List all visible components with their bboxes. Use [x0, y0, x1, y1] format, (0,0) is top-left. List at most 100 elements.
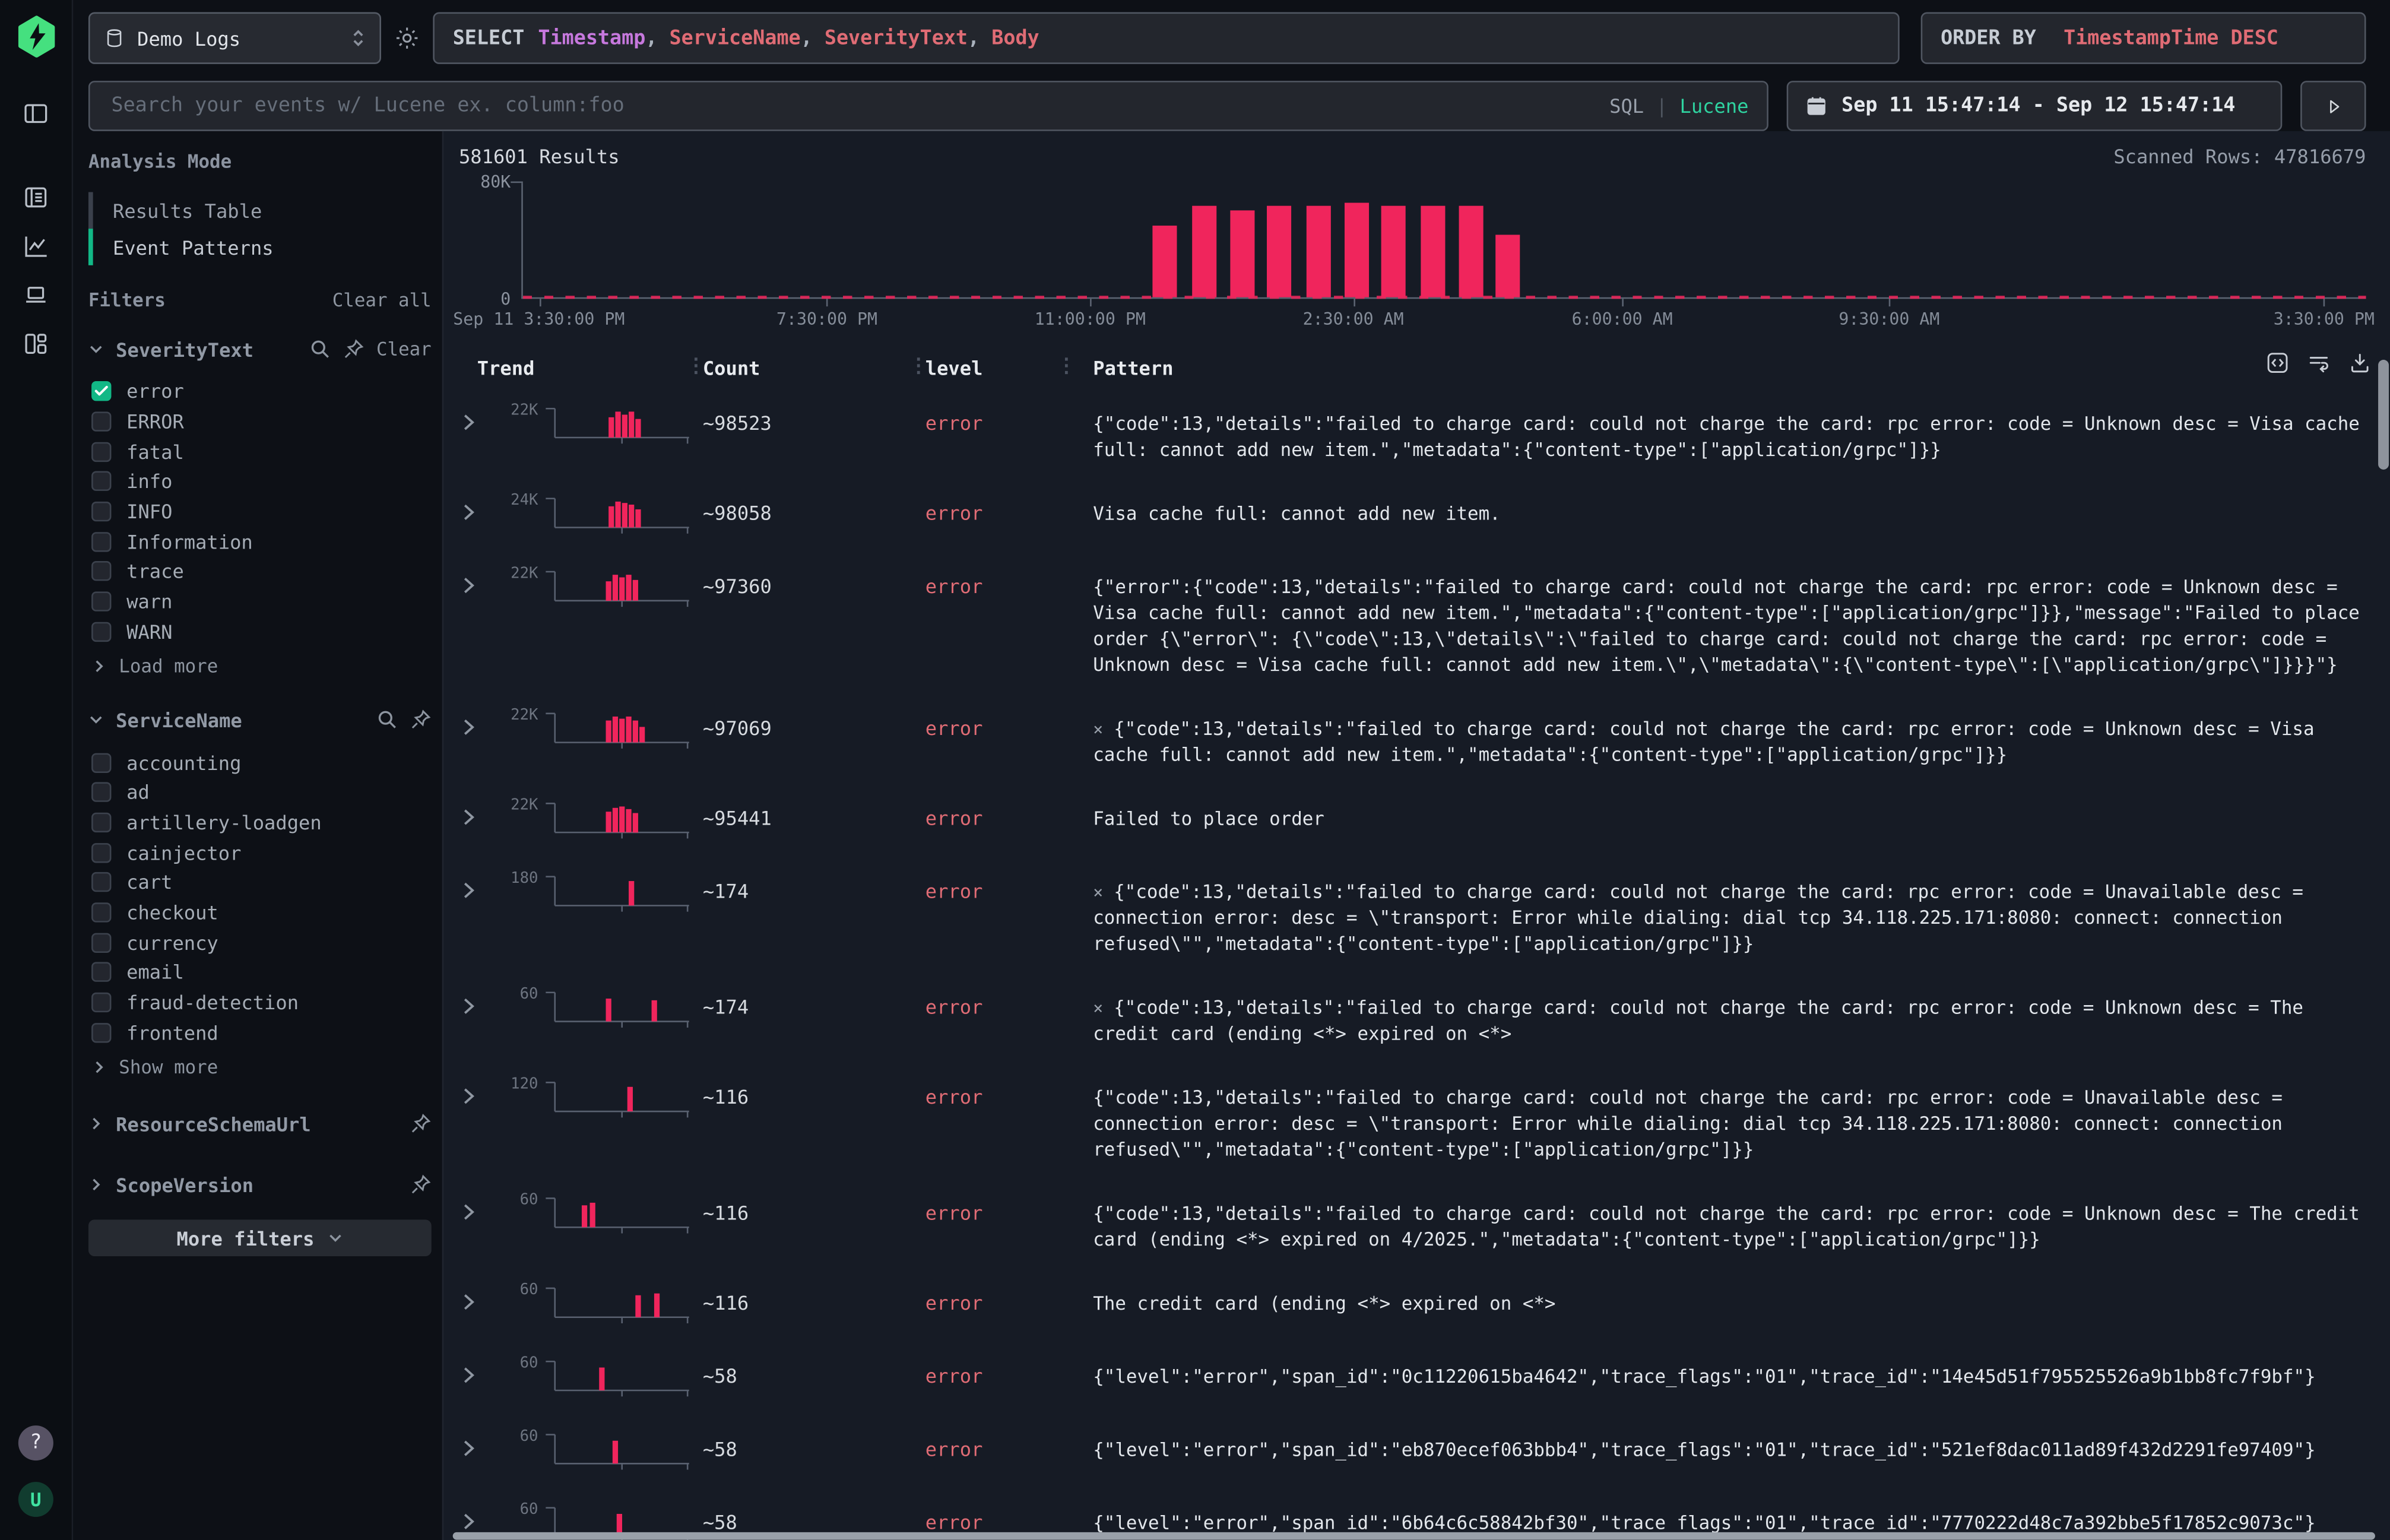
filter-group-service[interactable]: ServiceName	[88, 703, 432, 736]
pin-icon[interactable]	[410, 1113, 432, 1135]
horizontal-scrollbar-thumb[interactable]	[453, 1532, 2375, 1540]
table-row[interactable]: 60 ~116 error ×{"code":13,"details":"fai…	[459, 1177, 2366, 1267]
user-avatar[interactable]: U	[18, 1482, 53, 1517]
checkbox[interactable]	[91, 782, 111, 802]
checkbox[interactable]	[91, 382, 111, 401]
filter-checkbox-item[interactable]: fatal	[88, 436, 432, 467]
mode-lucene[interactable]: Lucene	[1680, 94, 1749, 118]
table-row[interactable]: 22K ~97360 error ×{"error":{"code":13,"d…	[459, 550, 2366, 692]
row-expand-icon[interactable]	[459, 997, 477, 1015]
search-icon[interactable]	[309, 338, 331, 360]
pin-icon[interactable]	[410, 1174, 432, 1196]
filter-group-severity[interactable]: SeverityText Clear	[88, 332, 432, 366]
checkbox[interactable]	[91, 411, 111, 431]
filter-group-collapsed[interactable]: ScopeVersion	[88, 1165, 432, 1205]
row-expand-icon[interactable]	[459, 1087, 477, 1105]
checkbox[interactable]	[91, 532, 111, 552]
row-expand-icon[interactable]	[459, 1293, 477, 1311]
vertical-scrollbar-thumb[interactable]	[2378, 360, 2389, 470]
row-expand-icon[interactable]	[459, 413, 477, 432]
help-button[interactable]: ?	[18, 1425, 53, 1460]
search-bar[interactable]: SQL | Lucene	[88, 81, 1768, 131]
pin-icon[interactable]	[410, 709, 432, 731]
row-expand-icon[interactable]	[459, 1439, 477, 1457]
search-logs-icon[interactable]	[21, 183, 50, 212]
table-row[interactable]: 60 ~116 error ×The credit card (ending <…	[459, 1267, 2366, 1340]
checkbox[interactable]	[91, 472, 111, 492]
filter-checkbox-item[interactable]: warn	[88, 587, 432, 617]
filter-checkbox-item[interactable]: currency	[88, 927, 432, 958]
filter-checkbox-item[interactable]: error	[88, 376, 432, 407]
select-query-input[interactable]: SELECT Timestamp, ServiceName, SeverityT…	[433, 12, 1899, 64]
checkbox[interactable]	[91, 592, 111, 611]
checkbox[interactable]	[91, 813, 111, 832]
filter-checkbox-item[interactable]: checkout	[88, 898, 432, 928]
checkbox[interactable]	[91, 622, 111, 641]
table-row[interactable]: 24K ~98058 error ×Visa cache full: canno…	[459, 477, 2366, 550]
filter-checkbox-item[interactable]: cainjector	[88, 837, 432, 867]
filter-group-collapsed[interactable]: ResourceSchemaUrl	[88, 1104, 432, 1143]
more-filters-button[interactable]: More filters	[88, 1220, 432, 1257]
row-expand-icon[interactable]	[459, 503, 477, 521]
search-icon[interactable]	[376, 709, 398, 731]
table-row[interactable]: 22K ~95441 error ×Failed to place order	[459, 782, 2366, 855]
row-expand-icon[interactable]	[459, 1366, 477, 1384]
search-input[interactable]	[108, 93, 1609, 119]
checkbox[interactable]	[91, 842, 111, 862]
row-expand-icon[interactable]	[459, 1203, 477, 1221]
filter-checkbox-item[interactable]: trace	[88, 557, 432, 587]
dashboards-icon[interactable]	[21, 329, 50, 359]
gear-icon[interactable]	[394, 24, 421, 52]
table-row[interactable]: 22K ~97069 error ×{"code":13,"details":"…	[459, 692, 2366, 782]
order-by-input[interactable]: ORDER BY TimestampTime DESC	[1921, 12, 2366, 64]
filter-checkbox-item[interactable]: info	[88, 467, 432, 497]
mode-sql[interactable]: SQL	[1609, 94, 1644, 118]
filter-checkbox-item[interactable]: INFO	[88, 497, 432, 527]
table-row[interactable]: 60 ~174 error ×{"code":13,"details":"fai…	[459, 971, 2366, 1061]
table-row[interactable]: 60 ~58 error ×{"level":"error","span_id"…	[459, 1414, 2366, 1487]
filter-checkbox-item[interactable]: frontend	[88, 1018, 432, 1048]
app-logo-icon[interactable]	[14, 15, 57, 58]
download-csv-icon[interactable]	[2348, 351, 2372, 375]
time-range-picker[interactable]: Sep 11 15:47:14 - Sep 12 15:47:14	[1787, 81, 2283, 131]
filter-checkbox-item[interactable]: cart	[88, 867, 432, 898]
clear-group-button[interactable]: Clear	[376, 338, 432, 360]
checkbox[interactable]	[91, 562, 111, 581]
mode-event-patterns[interactable]: Event Patterns	[88, 229, 432, 265]
table-row[interactable]: 180 ~174 error ×{"code":13,"details":"fa…	[459, 855, 2366, 971]
mode-results-table[interactable]: Results Table	[88, 192, 432, 229]
filter-checkbox-item[interactable]: fraud-detection	[88, 987, 432, 1018]
row-expand-icon[interactable]	[459, 881, 477, 899]
show-more-button[interactable]: Show more	[88, 1052, 432, 1082]
chart-explorer-icon[interactable]	[21, 232, 50, 261]
row-expand-icon[interactable]	[459, 1512, 477, 1531]
sessions-icon[interactable]	[21, 281, 50, 310]
checkbox[interactable]	[91, 933, 111, 952]
filter-checkbox-item[interactable]: ERROR	[88, 407, 432, 437]
table-row[interactable]: 22K ~98523 error ×{"code":13,"details":"…	[459, 387, 2366, 477]
filter-checkbox-item[interactable]: Information	[88, 527, 432, 557]
row-expand-icon[interactable]	[459, 808, 477, 826]
row-expand-icon[interactable]	[459, 576, 477, 595]
filter-checkbox-item[interactable]: accounting	[88, 747, 432, 778]
clear-all-button[interactable]: Clear all	[332, 290, 432, 311]
row-expand-icon[interactable]	[459, 718, 477, 737]
checkbox[interactable]	[91, 962, 111, 982]
checkbox[interactable]	[91, 902, 111, 922]
sidebar-toggle-icon[interactable]	[21, 99, 50, 128]
wrap-text-icon[interactable]	[2306, 351, 2331, 375]
checkbox[interactable]	[91, 873, 111, 892]
table-row[interactable]: 60 ~58 error ×{"level":"error","span_id"…	[459, 1340, 2366, 1413]
filter-checkbox-item[interactable]: email	[88, 958, 432, 988]
checkbox[interactable]	[91, 993, 111, 1012]
filter-checkbox-item[interactable]: ad	[88, 777, 432, 807]
run-query-button[interactable]	[2300, 81, 2366, 131]
filter-checkbox-item[interactable]: WARN	[88, 617, 432, 647]
checkbox[interactable]	[91, 442, 111, 461]
table-row[interactable]: 120 ~116 error ×{"code":13,"details":"fa…	[459, 1061, 2366, 1177]
checkbox[interactable]	[91, 502, 111, 521]
source-select[interactable]: Demo Logs	[88, 12, 381, 64]
json-view-icon[interactable]	[2265, 351, 2290, 375]
checkbox[interactable]	[91, 752, 111, 772]
filter-checkbox-item[interactable]: artillery-loadgen	[88, 807, 432, 838]
